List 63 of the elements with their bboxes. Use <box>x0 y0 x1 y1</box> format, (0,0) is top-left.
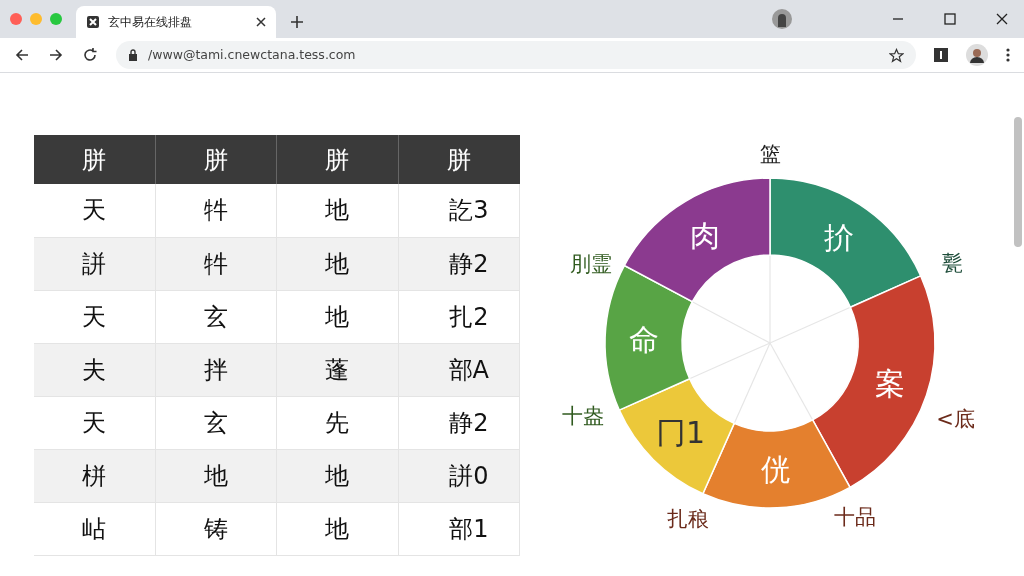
table-cell: 栟 <box>34 449 156 502</box>
menu-icon[interactable] <box>1006 48 1010 62</box>
table-cell: 地 <box>276 237 399 290</box>
table-cell: 部A <box>398 343 520 396</box>
table-cell: 拌 <box>155 343 277 396</box>
table-cell: 地 <box>276 449 399 502</box>
maximize-icon[interactable] <box>944 13 956 25</box>
outer-label: 十盎 <box>562 403 605 428</box>
table-cell: 铸 <box>155 502 277 555</box>
table-cell: 牪 <box>155 237 277 290</box>
table-cell: 天 <box>34 396 156 449</box>
table-cell: 天 <box>34 290 156 343</box>
segment-label: 肉 <box>689 217 720 253</box>
table-cell: 誁 <box>34 237 156 290</box>
column-header: 胼 <box>155 135 277 184</box>
table-cell: 地 <box>276 184 399 237</box>
close-icon[interactable] <box>996 13 1008 25</box>
star-icon[interactable] <box>889 47 904 63</box>
segment-label: 案 <box>874 366 905 402</box>
table-cell: 玄 <box>155 290 277 343</box>
extension-icon[interactable] <box>934 48 948 62</box>
table-cell: 先 <box>276 396 399 449</box>
reload-icon[interactable] <box>82 47 98 63</box>
table-cell: 地 <box>155 449 277 502</box>
tab-title: 玄中易在线排盘 <box>108 14 193 31</box>
back-icon[interactable] <box>14 47 30 63</box>
table-cell: 地 <box>276 502 399 555</box>
segment-label: 侊 <box>760 452 791 488</box>
table-cell: 地 <box>276 290 399 343</box>
table-cell: 扎2 <box>398 290 520 343</box>
outer-label: 甏 <box>942 250 964 275</box>
table-cell: 蓬 <box>276 343 399 396</box>
table-cell: 静2 <box>398 237 520 290</box>
table-cell: 天 <box>34 184 156 237</box>
outer-label: 扎稂 <box>667 506 710 531</box>
segment-label: 冂1 <box>656 415 706 451</box>
lock-icon <box>128 49 138 61</box>
outer-label: 刖霊 <box>569 252 612 277</box>
account-icon[interactable] <box>772 9 792 29</box>
scrollbar[interactable] <box>1014 117 1022 247</box>
table-cell: 牪 <box>155 184 277 237</box>
column-header: 胼 <box>398 135 520 184</box>
outer-label: <底 <box>936 406 975 431</box>
new-tab-icon[interactable] <box>290 15 304 29</box>
url-text: /www@tami.cnewctana.tess.com <box>148 45 357 64</box>
profile-avatar-icon[interactable] <box>966 44 988 66</box>
outer-label: 篮 <box>759 142 781 166</box>
column-header: 胼 <box>34 135 156 184</box>
column-header: 胼 <box>276 135 399 184</box>
table-cell: 誁0 <box>398 449 520 502</box>
forward-icon[interactable] <box>48 47 64 63</box>
table-cell: 訖3 <box>398 184 520 237</box>
segment-label: 命 <box>628 321 659 357</box>
close-icon[interactable] <box>256 17 266 27</box>
table-cell: 部1 <box>398 502 520 555</box>
table-cell: 静2 <box>398 396 520 449</box>
browser-tab[interactable]: 玄中易在线排盘 <box>76 6 276 38</box>
table-cell: 玄 <box>155 396 277 449</box>
table-cell: 夫 <box>34 343 156 396</box>
address-bar[interactable]: /www@tami.cnewctana.tess.com <box>116 41 916 69</box>
table-cell: 岾 <box>34 502 156 555</box>
outer-label: 十品 <box>833 505 876 530</box>
segment-label: 扴 <box>823 219 854 255</box>
